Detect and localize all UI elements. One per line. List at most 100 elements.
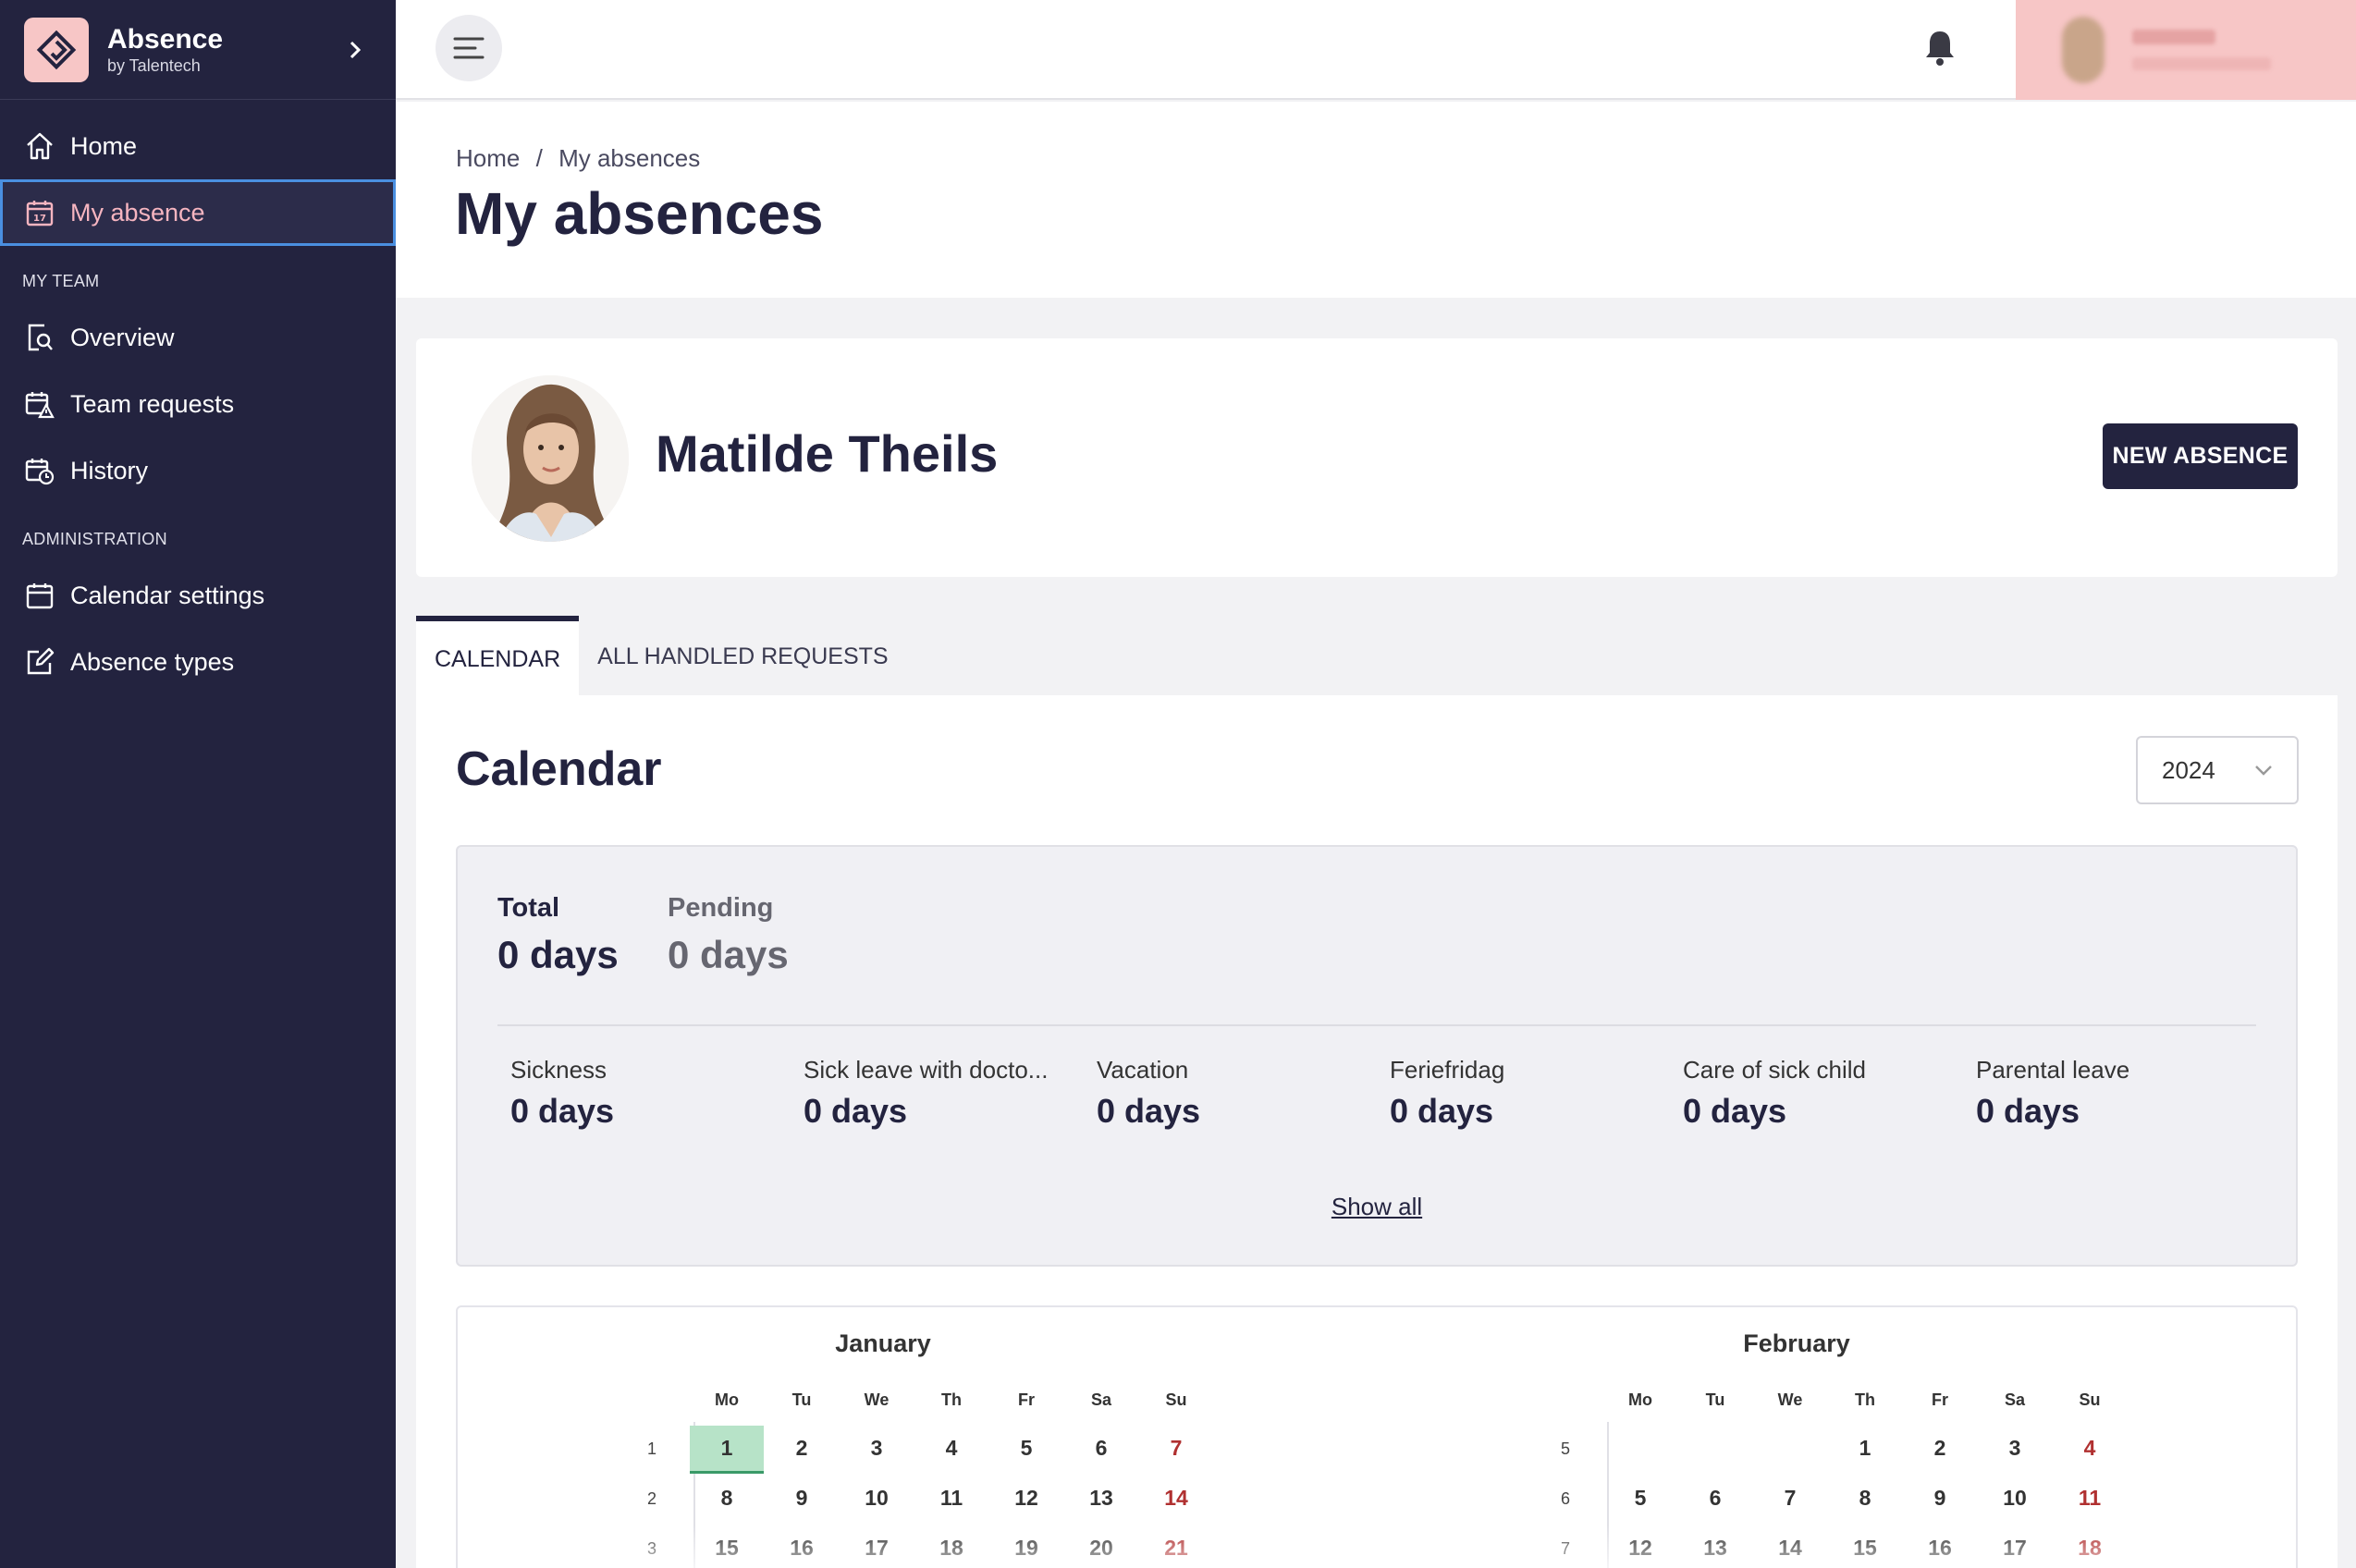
nav-item-overview[interactable]: Overview (0, 304, 396, 371)
calendar-day[interactable]: 18 (2053, 1525, 2127, 1568)
user-info-redacted (2132, 30, 2271, 70)
calendar-day[interactable]: 2 (1903, 1426, 1977, 1474)
calendar-day[interactable]: 12 (989, 1476, 1063, 1524)
calendar-day[interactable]: 11 (914, 1476, 988, 1524)
absence-type-value: 0 days (1390, 1092, 1494, 1130)
calendar-day[interactable]: 4 (2053, 1426, 2127, 1474)
absence-type-care-of-sick-child: Care of sick child 0 days (1683, 1056, 1866, 1131)
total-summary: Total 0 days (497, 893, 619, 977)
absence-type-label: Feriefridag (1390, 1056, 1505, 1084)
calendar-day[interactable]: 1 (1828, 1426, 1902, 1474)
user-menu[interactable] (2016, 0, 2356, 100)
weekday-header: Th (1855, 1390, 1875, 1409)
calendar-day[interactable]: 14 (1753, 1525, 1827, 1568)
weekday-header: Fr (1018, 1390, 1035, 1409)
calendar-day[interactable]: 17 (840, 1525, 914, 1568)
calendar-day[interactable]: 17 (1978, 1525, 2052, 1568)
show-all-link[interactable]: Show all (458, 1193, 2296, 1221)
absence-type-vacation: Vacation 0 days (1097, 1056, 1200, 1131)
main-nav: Home 17 My absence MY TEAM Overview Team… (0, 100, 396, 695)
profile-card: Matilde Theils NEW ABSENCE (416, 338, 2338, 577)
calendar-day[interactable]: 20 (1064, 1525, 1138, 1568)
chevron-right-icon[interactable] (346, 39, 364, 61)
calendar-day[interactable]: 9 (765, 1476, 839, 1524)
absence-type-sick-leave-doctor: Sick leave with docto... 0 days (804, 1056, 1048, 1131)
calendar-clock-icon (25, 459, 55, 485)
absence-type-value: 0 days (1683, 1092, 1787, 1130)
new-absence-button[interactable]: NEW ABSENCE (2103, 423, 2298, 489)
menu-toggle-button[interactable] (436, 15, 502, 81)
absence-type-label: Care of sick child (1683, 1056, 1866, 1084)
calendar-title: Calendar (456, 742, 662, 796)
absence-summary: Total 0 days Pending 0 days Sickness 0 d… (456, 845, 2298, 1267)
calendar-day[interactable]: 16 (1903, 1525, 1977, 1568)
calendar-day[interactable]: 8 (1828, 1476, 1902, 1524)
calendar-day[interactable]: 7 (1753, 1476, 1827, 1524)
week-number: 5 (1560, 1439, 1570, 1458)
calendar-day[interactable]: 15 (1828, 1525, 1902, 1568)
calendar-day[interactable]: 8 (690, 1476, 764, 1524)
calendar-day[interactable]: 19 (989, 1525, 1063, 1568)
week-number: 1 (646, 1439, 656, 1458)
calendar-day[interactable]: 6 (1678, 1476, 1752, 1524)
nav-item-my-absence[interactable]: 17 My absence (0, 179, 396, 246)
pending-value: 0 days (668, 933, 789, 976)
calendar-day[interactable]: 6 (1064, 1426, 1138, 1474)
calendar-day[interactable]: 13 (1064, 1476, 1138, 1524)
calendar-day[interactable]: 15 (690, 1525, 764, 1568)
calendar-day[interactable]: 9 (1903, 1476, 1977, 1524)
year-select[interactable]: 2024 (2136, 736, 2299, 804)
absence-type-label: Sickness (510, 1056, 607, 1084)
notification-bell-icon[interactable] (1921, 28, 1958, 68)
nav-section-my-team: MY TEAM (22, 272, 100, 290)
calendar-day[interactable]: 10 (840, 1476, 914, 1524)
week-number: 7 (1560, 1539, 1570, 1558)
calendar-day[interactable]: 14 (1139, 1476, 1213, 1524)
calendar-day[interactable]: 21 (1139, 1525, 1213, 1568)
calendar-day[interactable]: 13 (1678, 1525, 1752, 1568)
nav-item-calendar-settings[interactable]: Calendar settings (0, 562, 396, 629)
breadcrumb-current: My absences (558, 144, 701, 172)
weekday-header: Sa (2004, 1390, 2026, 1409)
nav-item-history[interactable]: History (0, 437, 396, 504)
nav-label-history: History (70, 456, 149, 484)
nav-item-home[interactable]: Home (0, 113, 396, 179)
weekday-header: Sa (1090, 1390, 1112, 1409)
calendar-day[interactable]: 18 (914, 1525, 988, 1568)
weekday-header: Tu (791, 1390, 812, 1409)
calendar-day[interactable]: 2 (765, 1426, 839, 1474)
calendar-day[interactable]: 5 (989, 1426, 1063, 1474)
absence-type-label: Sick leave with docto... (804, 1056, 1049, 1084)
absence-type-label: Vacation (1097, 1056, 1189, 1084)
edit-icon (27, 647, 55, 675)
nav-label-overview: Overview (70, 323, 175, 351)
calendar-day[interactable]: 10 (1978, 1476, 2052, 1524)
calendar-day[interactable]: 12 (1603, 1525, 1677, 1568)
calendar-day[interactable]: 16 (765, 1525, 839, 1568)
nav-item-absence-types[interactable]: Absence types (0, 629, 396, 695)
calendar-day[interactable]: 3 (840, 1426, 914, 1474)
tab-calendar[interactable]: CALENDAR (416, 616, 580, 697)
nav-item-team-requests[interactable]: Team requests (0, 371, 396, 437)
month-name: January (835, 1329, 931, 1357)
calendar-day[interactable]: 7 (1139, 1426, 1213, 1474)
total-value: 0 days (497, 933, 619, 976)
nav-label-calendar-settings: Calendar settings (70, 581, 265, 609)
summary-divider (497, 1024, 2256, 1026)
calendar-day[interactable]: 5 (1603, 1476, 1677, 1524)
calendar-day[interactable]: 3 (1978, 1426, 2052, 1474)
profile-name: Matilde Theils (656, 424, 999, 483)
brand-title: Absence (107, 23, 224, 55)
pending-summary: Pending 0 days (668, 893, 789, 977)
home-icon (27, 132, 53, 160)
nav-label-absence-types: Absence types (70, 647, 235, 676)
absence-type-value: 0 days (510, 1092, 615, 1130)
calendar-day[interactable]: 1 (690, 1426, 764, 1474)
breadcrumb-home[interactable]: Home (456, 144, 520, 172)
calendar-panel: Calendar 2024 Total 0 days Pending 0 day… (416, 695, 2338, 1568)
calendar-day[interactable]: 4 (914, 1426, 988, 1474)
tab-all-handled-requests[interactable]: ALL HANDLED REQUESTS (579, 616, 906, 697)
weekday-header: Tu (1705, 1390, 1725, 1409)
calendar-day[interactable]: 11 (2053, 1476, 2127, 1524)
brand-header[interactable]: Absence by Talentech (0, 0, 396, 100)
